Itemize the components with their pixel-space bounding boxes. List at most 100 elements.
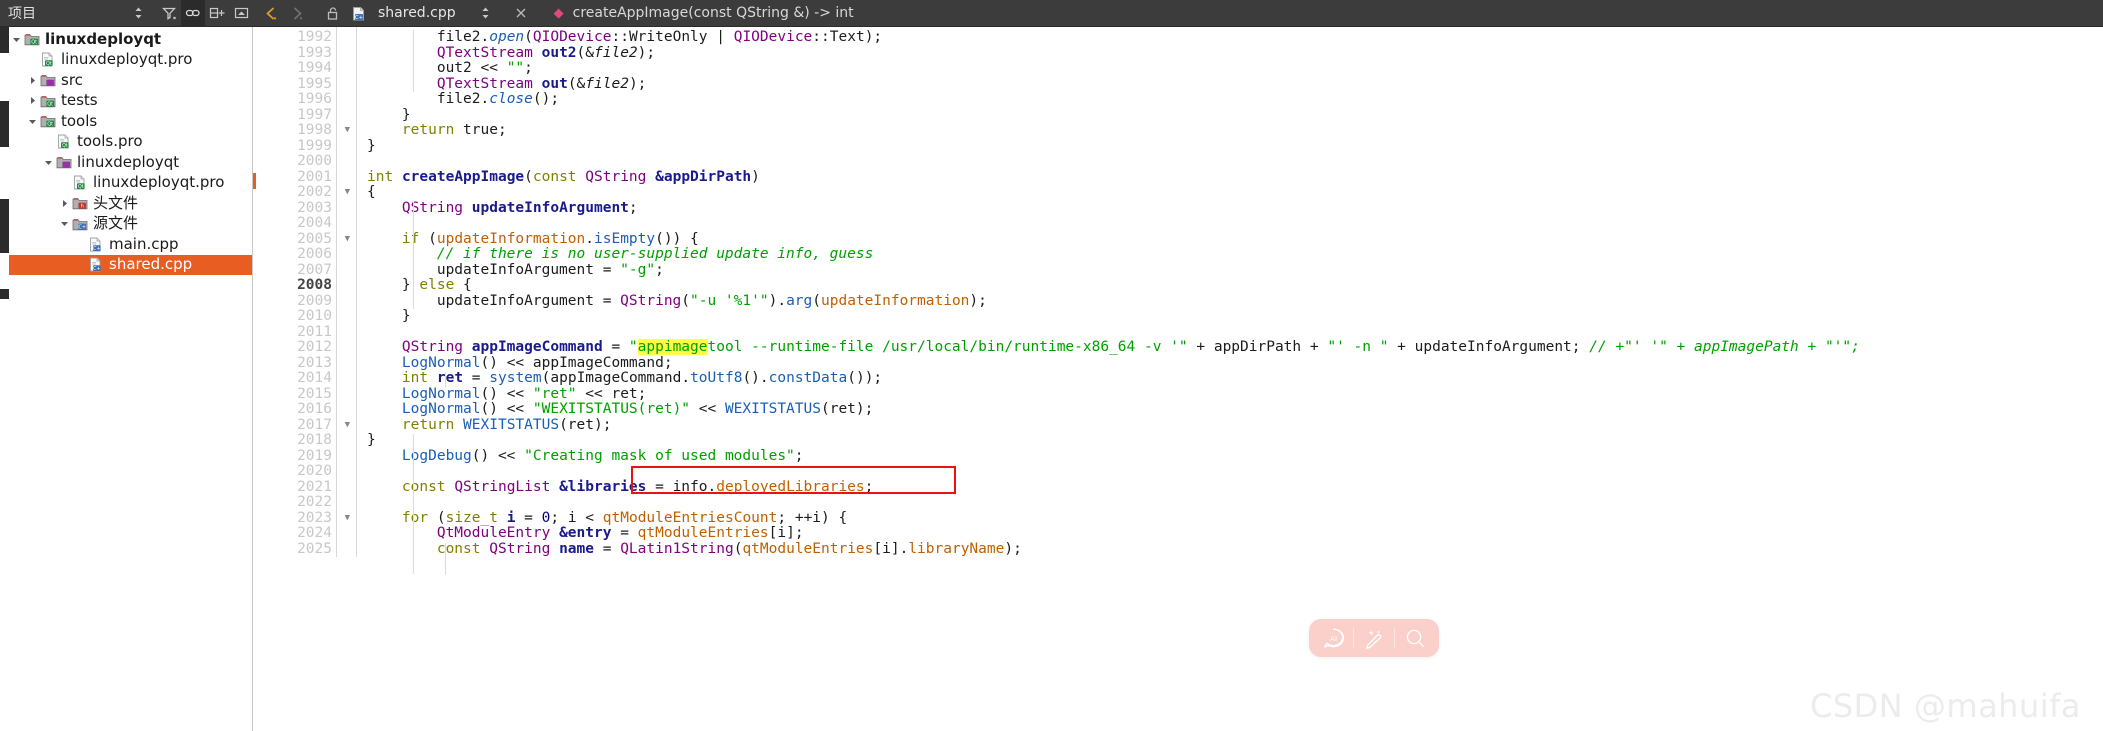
code-line[interactable]: {: [367, 184, 2103, 201]
code-line[interactable]: updateInfoArgument = "-g";: [367, 262, 2103, 279]
code-token: "-u '%1'": [690, 292, 769, 309]
fold-toggle-icon[interactable]: ▼: [338, 418, 350, 434]
code-token: }: [401, 308, 411, 324]
code-line[interactable]: QtModuleEntry &entry = qtModuleEntries[i…: [367, 525, 2103, 542]
code-line[interactable]: [367, 464, 2103, 480]
tree-item-linuxdeployqt.pro[interactable]: Qt linuxdeployqt.pro: [0, 50, 252, 71]
tree-item-src[interactable]: src: [0, 70, 252, 91]
tree-item-[interactable]: h 头文件: [0, 193, 252, 214]
collapse-arrow-icon[interactable]: [58, 219, 71, 228]
code-line[interactable]: LogDebug() << "Creating mask of used mod…: [367, 448, 2103, 465]
tree-item-linuxdeployqt.pro[interactable]: Qt linuxdeployqt.pro: [0, 173, 252, 194]
code-line[interactable]: [367, 325, 2103, 341]
line-number: 2011: [297, 323, 332, 340]
line-number: 2013: [297, 354, 332, 371]
fold-toggle-icon[interactable]: ▼: [338, 232, 350, 248]
code-line[interactable]: LogNormal() << appImageCommand;: [367, 355, 2103, 372]
code-line[interactable]: int createAppImage(const QString &appDir…: [367, 169, 2103, 186]
code-token: (: [681, 292, 691, 309]
code-line[interactable]: QTextStream out2(&file2);: [367, 45, 2103, 62]
code-line[interactable]: if (updateInformation.isEmpty()) {: [367, 230, 2103, 248]
indent-guide: [413, 30, 414, 92]
indent-guide: [413, 201, 414, 309]
filter-icon[interactable]: [157, 0, 181, 27]
code-line[interactable]: }: [367, 138, 2103, 155]
tree-item-tests[interactable]: Qt tests: [0, 91, 252, 112]
pro-file-icon: Qt: [55, 134, 72, 149]
code-line[interactable]: [367, 154, 2103, 170]
file-stepper-icon[interactable]: [474, 0, 498, 27]
code-line[interactable]: QTextStream out(&file2);: [367, 76, 2103, 93]
code-token: if: [401, 230, 420, 247]
code-token: int: [401, 370, 429, 386]
fold-toggle-icon[interactable]: ▼: [338, 185, 350, 201]
unlocked-icon[interactable]: [320, 0, 344, 27]
code-area[interactable]: 1992 1993 1994 1995 1996 1997 1998 ▼ 1999 2000 200…: [253, 27, 2103, 575]
code-line[interactable]: // if there is no user-supplied update i…: [367, 246, 2103, 263]
tree-item-tools[interactable]: Qt tools: [0, 111, 252, 132]
code-token: tool: [707, 339, 743, 355]
code-line[interactable]: file2.open(QIODevice::WriteOnly | QIODev…: [367, 29, 2103, 46]
code-line[interactable]: const QStringList &libraries = info.depl…: [367, 479, 2103, 496]
tree-item-linuxdeployqt[interactable]: Qt linuxdeployqt: [0, 29, 252, 50]
navigate-forward-icon[interactable]: [285, 0, 309, 27]
line-number: 2012: [297, 339, 332, 355]
code-line[interactable]: }: [367, 432, 2103, 449]
link-sync-icon[interactable]: [181, 0, 205, 27]
code-line[interactable]: [367, 495, 2103, 511]
current-symbol-name[interactable]: createAppImage(const QString &) -> int: [573, 5, 854, 21]
magic-pen-icon[interactable]: [1354, 626, 1394, 651]
code-line[interactable]: out2 << "";: [367, 60, 2103, 77]
tree-item-linuxdeployqt[interactable]: linuxdeployqt: [0, 152, 252, 173]
line-number: 2015: [297, 385, 332, 402]
close-icon[interactable]: [509, 0, 533, 27]
code-line[interactable]: return WEXITSTATUS(ret);: [367, 417, 2103, 434]
line-number: 2017 ▼: [297, 416, 350, 433]
code-line[interactable]: for (size_t i = 0; i < qtModuleEntriesCo…: [367, 510, 2103, 527]
svg-text:C+: C+: [93, 246, 100, 252]
line-number: 2021: [297, 478, 332, 495]
collapse-arrow-icon[interactable]: [10, 35, 23, 44]
code-line[interactable]: int ret = system(appImageCommand.toUtf8(…: [367, 370, 2103, 387]
navigate-back-icon[interactable]: [259, 0, 283, 27]
code-line[interactable]: return true;: [367, 122, 2103, 139]
fold-column[interactable]: [337, 27, 357, 557]
editor-toolbar: C+ shared.cpp ◆ createAppImage(const QSt…: [253, 0, 2103, 26]
line-number: 2007: [297, 261, 332, 278]
indent-guide: [445, 372, 446, 388]
expand-arrow-icon[interactable]: [26, 76, 39, 85]
code-line[interactable]: LogNormal() << "WEXITSTATUS(ret)" << WEX…: [367, 401, 2103, 418]
maximize-pane-icon[interactable]: [229, 0, 253, 27]
expand-arrow-icon[interactable]: [26, 96, 39, 105]
stepper-icon[interactable]: [126, 0, 150, 27]
ai-assistant-toolbar[interactable]: AI: [1309, 619, 1439, 657]
tree-item-[interactable]: C+ 源文件: [0, 214, 252, 235]
code-line[interactable]: updateInfoArgument = QString("-u '%1'").…: [367, 292, 2103, 310]
current-file-name[interactable]: shared.cpp: [378, 5, 456, 21]
code-line[interactable]: QString appImageCommand = "appimagetool …: [367, 339, 2103, 356]
code-line[interactable]: } else {: [367, 277, 2103, 294]
fold-toggle-icon[interactable]: ▼: [338, 511, 350, 527]
code-line[interactable]: LogNormal() << "ret" << ret;: [367, 386, 2103, 403]
collapse-arrow-icon[interactable]: [42, 158, 55, 167]
code-line[interactable]: }: [367, 308, 2103, 325]
tree-item-main.cpp[interactable]: C+ main.cpp: [0, 234, 252, 255]
code-line[interactable]: const QString name = QLatin1String(qtMod…: [367, 541, 2103, 558]
split-pane-icon[interactable]: [205, 0, 229, 27]
svg-text:AI: AI: [1329, 634, 1336, 643]
code-line[interactable]: }: [367, 107, 2103, 124]
tree-item-shared.cpp[interactable]: C+ shared.cpp: [0, 254, 252, 275]
ai-bubble-icon[interactable]: AI: [1313, 626, 1353, 651]
code-editor[interactable]: 1992 1993 1994 1995 1996 1997 1998 ▼ 1999 2000 200…: [253, 27, 2103, 731]
fold-toggle-icon[interactable]: ▼: [338, 123, 350, 139]
tree-item-tools.pro[interactable]: Qt tools.pro: [0, 132, 252, 153]
collapse-arrow-icon[interactable]: [26, 117, 39, 126]
search-icon[interactable]: [1395, 626, 1435, 651]
code-token: {: [367, 184, 376, 200]
code-line[interactable]: file2.close();: [367, 91, 2103, 108]
code-line[interactable]: QString updateInfoArgument;: [367, 200, 2103, 217]
code-text[interactable]: file2.open(QIODevice::WriteOnly | QIODev…: [357, 27, 2103, 575]
expand-arrow-icon[interactable]: [58, 199, 71, 208]
code-line[interactable]: [367, 216, 2103, 232]
